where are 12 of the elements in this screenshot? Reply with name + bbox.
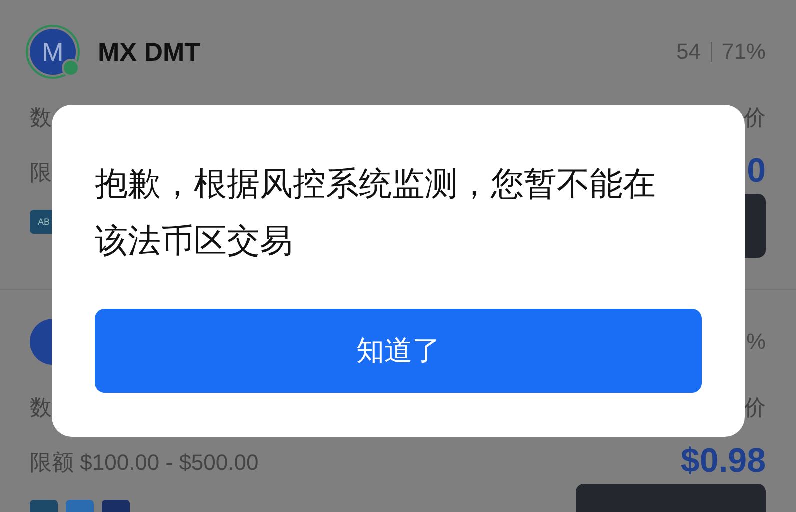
dialog-message: 抱歉，根据风控系统监测，您暂不能在该法币区交易 <box>95 164 657 261</box>
offer-label: 数 <box>30 104 52 132</box>
offer-label: 价 <box>744 397 766 419</box>
offer-label: 数 <box>30 394 52 422</box>
offer-label: 限额 $100.00 - $500.00 <box>30 449 259 477</box>
confirm-button[interactable]: 知道了 <box>95 309 702 393</box>
merchant-name: MX DMT <box>98 36 201 68</box>
merchant-stat: % <box>746 329 766 355</box>
offer-label: 价 <box>744 107 766 129</box>
unit-price: $0.98 <box>680 444 766 478</box>
offer-label: 限 <box>30 159 52 187</box>
unit-price: 0 <box>747 154 766 188</box>
